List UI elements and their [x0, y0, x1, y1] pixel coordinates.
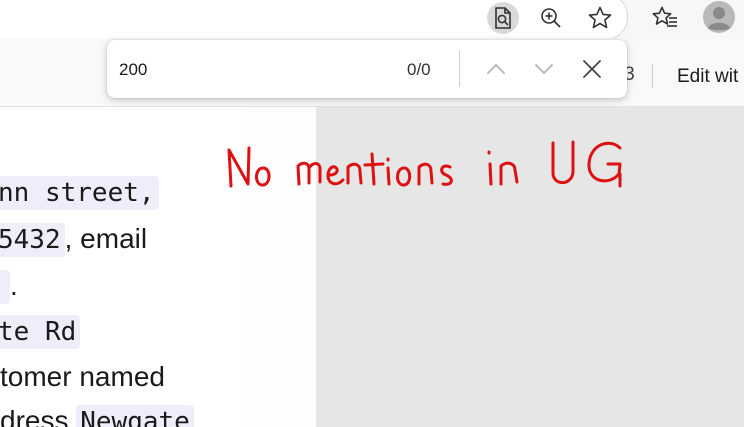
inline-code: Newgate	[76, 405, 194, 427]
inline-code: ​	[0, 270, 10, 304]
browser-window: ᵗ3 Edit wit nn street, 5432, email ​. te…	[0, 0, 744, 427]
handwritten-annotation: No mentions in UG	[222, 128, 642, 203]
document-line-5: tomer named	[0, 360, 165, 394]
line-text: dress	[0, 405, 69, 427]
line-text: tomer named	[0, 361, 165, 392]
favorites-list-icon[interactable]	[649, 2, 681, 34]
read-aloud-icon[interactable]	[487, 2, 519, 34]
document-line-1: nn street,	[0, 175, 159, 210]
inline-code: nn street,	[0, 176, 159, 210]
document-line-2: 5432, email	[0, 222, 147, 257]
document-line-4: te Rd	[0, 314, 81, 349]
browser-toolbar	[0, 0, 744, 40]
inline-code: te Rd	[0, 315, 81, 349]
toolbar-divider	[652, 64, 653, 88]
previous-match-icon[interactable]	[480, 53, 512, 85]
match-count: 0/0	[407, 60, 431, 79]
address-bar[interactable]	[0, 0, 628, 40]
annotation-ink	[227, 140, 622, 188]
document-line-3: ​.	[0, 269, 18, 304]
close-icon[interactable]	[576, 53, 608, 85]
edit-with-button[interactable]: Edit wit	[677, 66, 738, 88]
document-line-6: dress Newgate	[0, 404, 194, 427]
find-bar: 0/0	[107, 40, 627, 98]
line-text: , email	[64, 223, 148, 254]
find-divider	[459, 51, 460, 87]
zoom-in-icon[interactable]	[535, 2, 567, 34]
profile-avatar-icon[interactable]	[702, 0, 736, 34]
find-input[interactable]	[117, 52, 401, 88]
inline-code: 5432	[0, 223, 65, 257]
line-text: .	[10, 270, 18, 301]
next-match-icon[interactable]	[528, 53, 560, 85]
favorite-star-icon[interactable]	[584, 2, 616, 34]
